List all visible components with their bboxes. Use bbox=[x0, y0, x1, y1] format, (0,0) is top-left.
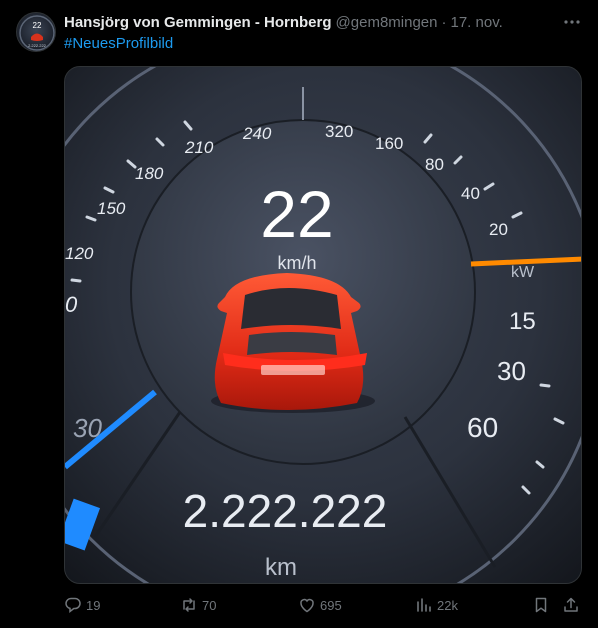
tick-label: 15 bbox=[509, 308, 536, 335]
tick-label: 150 bbox=[97, 199, 126, 218]
speed-value: 22 bbox=[260, 177, 333, 251]
reply-button[interactable]: 19 bbox=[64, 594, 100, 616]
avatar-odometer: 2.222.222 bbox=[28, 43, 47, 48]
tweet-text: #NeuesProfilbild bbox=[64, 34, 173, 54]
dashboard-image: 240 210 180 150 120 0 30 320 160 80 40 2… bbox=[65, 67, 581, 583]
like-count: 695 bbox=[320, 597, 342, 613]
author-handle[interactable]: @gem8mingen bbox=[336, 14, 438, 31]
tick-label: 240 bbox=[242, 124, 272, 143]
tick-label: 210 bbox=[184, 138, 214, 157]
tick-label: kW bbox=[511, 264, 535, 281]
separator-dot: · bbox=[441, 13, 447, 31]
tick-label: 0 bbox=[65, 292, 78, 317]
tick-label: 160 bbox=[375, 134, 403, 153]
avatar-speed: 22 bbox=[33, 21, 42, 30]
author-name[interactable]: Hansjörg von Gemmingen - Hornberg bbox=[64, 14, 332, 31]
analytics-icon bbox=[417, 598, 431, 612]
share-button[interactable] bbox=[562, 594, 584, 616]
tick-label: 60 bbox=[467, 412, 498, 443]
tick-label: 30 bbox=[73, 413, 102, 443]
tweet-media[interactable]: 240 210 180 150 120 0 30 320 160 80 40 2… bbox=[64, 66, 582, 584]
repost-icon bbox=[183, 598, 195, 612]
tweet-header: Hansjörg von Gemmingen - Hornberg @gem8m… bbox=[64, 12, 503, 32]
views-button[interactable]: 22k bbox=[415, 594, 458, 616]
odometer-value: 2.222.222 bbox=[183, 485, 388, 537]
odometer-unit: km bbox=[265, 554, 297, 581]
repost-button[interactable]: 70 bbox=[180, 594, 216, 616]
reply-count: 19 bbox=[86, 597, 101, 613]
more-options-icon[interactable] bbox=[562, 12, 582, 32]
reply-icon bbox=[65, 597, 81, 614]
view-count: 22k bbox=[437, 597, 458, 613]
bookmark-button[interactable] bbox=[532, 594, 554, 616]
tick-label: 40 bbox=[461, 184, 480, 203]
tick-label: 180 bbox=[135, 164, 164, 183]
tick-label: 120 bbox=[65, 244, 94, 263]
share-icon bbox=[564, 597, 578, 612]
speed-unit: km/h bbox=[277, 253, 316, 273]
tick-label: 80 bbox=[425, 155, 444, 174]
hashtag-link[interactable]: #NeuesProfilbild bbox=[64, 35, 173, 52]
tick-label: 320 bbox=[325, 122, 353, 141]
avatar[interactable]: 22 2.222.222 bbox=[16, 12, 56, 52]
repost-count: 70 bbox=[202, 597, 217, 613]
action-bar: 19 70 695 22k bbox=[64, 594, 582, 616]
timestamp[interactable]: 17. nov. bbox=[450, 14, 502, 31]
tweet[interactable]: 22 2.222.222 Hansjörg von Gemmingen - Ho… bbox=[0, 0, 598, 628]
tick-label: 20 bbox=[489, 220, 508, 239]
tick-label: 30 bbox=[497, 356, 526, 386]
like-button[interactable]: 695 bbox=[298, 594, 342, 616]
heart-icon bbox=[300, 598, 314, 613]
bookmark-icon bbox=[535, 597, 547, 613]
